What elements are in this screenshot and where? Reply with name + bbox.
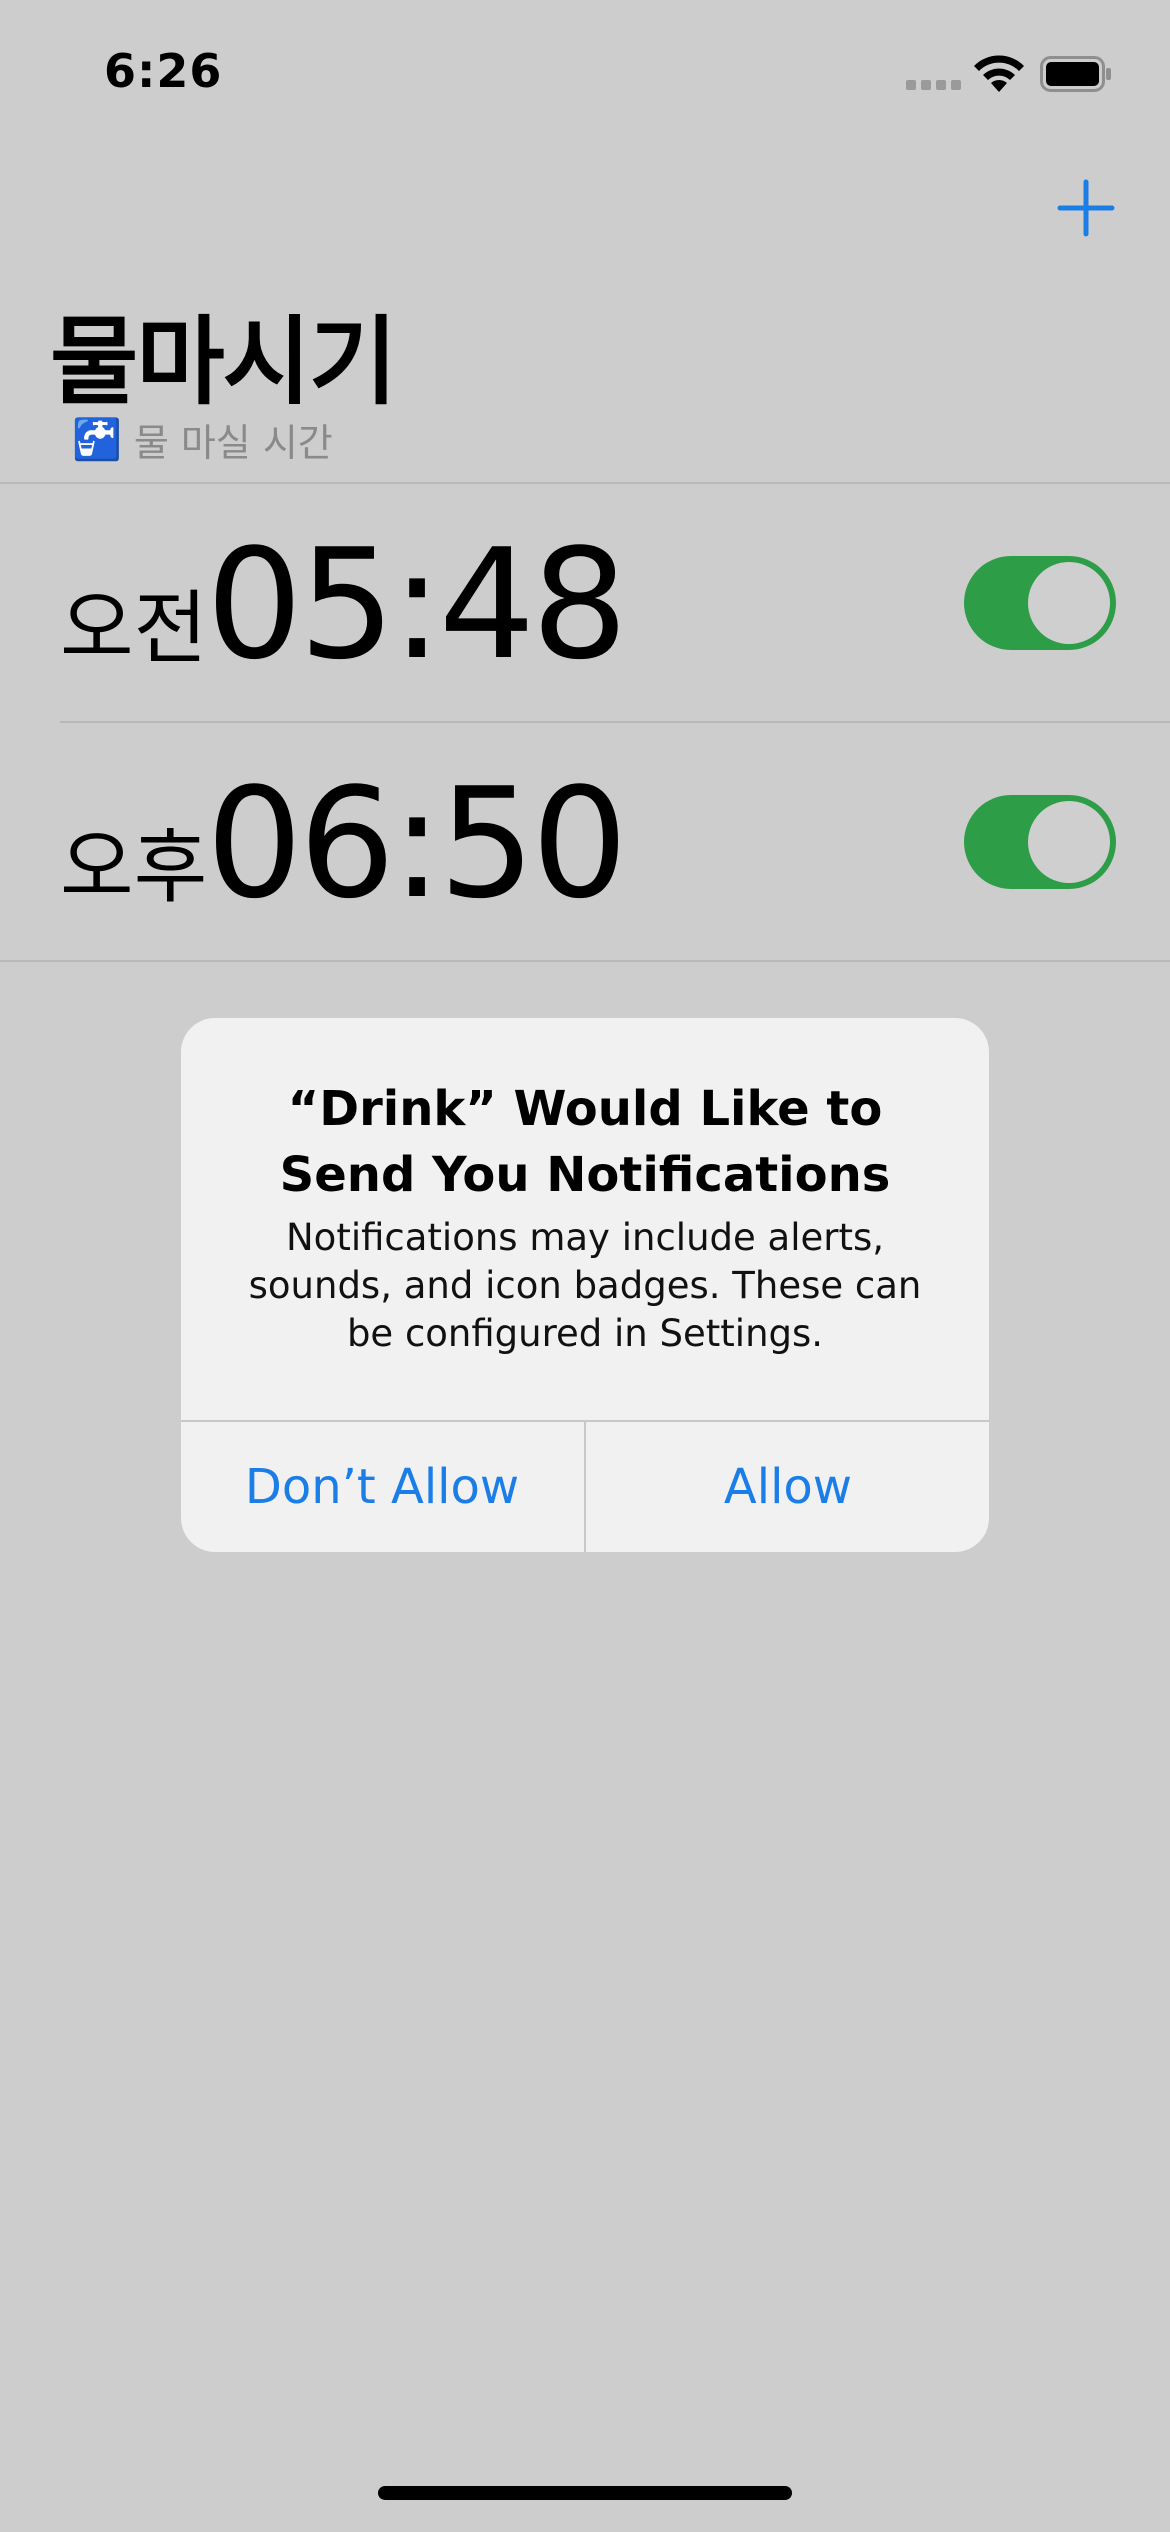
alarm-ampm: 오후 [60,821,208,914]
alarm-ampm: 오전 [60,582,208,675]
dont-allow-button[interactable]: Don’t Allow [181,1422,583,1552]
alert-divider-vertical [584,1420,586,1552]
notification-alert: “Drink” Would Like to Send You Notificat… [181,1018,989,1552]
home-indicator[interactable] [378,2486,792,2500]
allow-button[interactable]: Allow [587,1422,989,1552]
alarm-toggle[interactable] [964,795,1116,889]
page-subtitle: 🚰 물 마실 시간 [72,412,333,467]
faucet-icon: 🚰 [72,417,122,463]
alarm-time: 06:50 [206,755,628,932]
toggle-knob [1028,801,1110,883]
wifi-icon [974,55,1024,92]
page-title: 물마시기 [50,306,397,418]
alert-message: Notifications may include alerts, sounds… [248,1216,922,1355]
signal-dots-icon [906,80,962,90]
divider [0,960,1170,962]
toggle-knob [1028,562,1110,644]
alarm-row[interactable]: 오전 05:48 [0,484,1170,722]
subtitle-text: 물 마실 시간 [133,421,333,465]
alarm-row[interactable]: 오후 06:50 [0,723,1170,961]
alert-title: “Drink” Would Like to Send You Notificat… [279,1081,891,1203]
add-button[interactable] [1056,178,1116,238]
alarm-time: 05:48 [206,516,628,693]
alarm-toggle[interactable] [964,556,1116,650]
battery-icon [1040,56,1111,92]
status-time: 6:26 [104,44,223,98]
